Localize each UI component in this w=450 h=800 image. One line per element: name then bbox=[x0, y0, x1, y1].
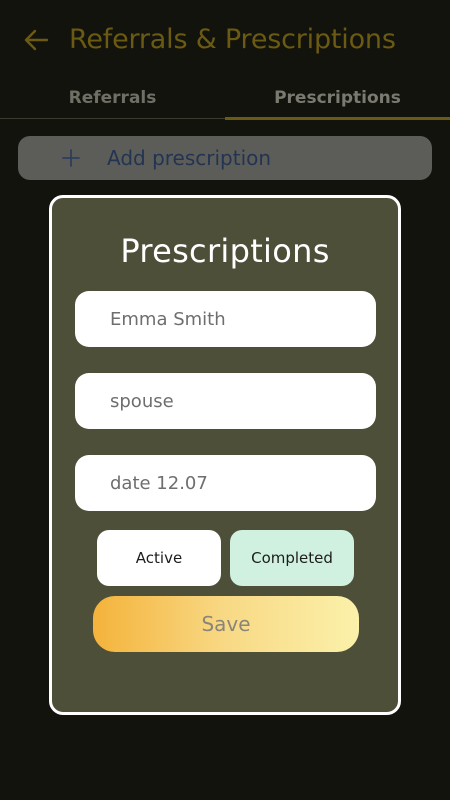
back-button[interactable] bbox=[18, 22, 54, 58]
arrow-left-icon bbox=[24, 29, 49, 51]
status-active-label: Active bbox=[135, 549, 183, 567]
date-field[interactable] bbox=[75, 455, 376, 511]
status-completed-button[interactable]: Completed bbox=[230, 530, 354, 586]
save-button[interactable]: Save bbox=[93, 596, 359, 652]
status-completed-label: Completed bbox=[251, 549, 333, 567]
tab-active-indicator bbox=[225, 117, 450, 120]
tab-referrals-label: Referrals bbox=[68, 88, 157, 108]
plus-icon bbox=[62, 149, 80, 167]
app-bar: Referrals & Prescriptions bbox=[0, 0, 450, 78]
tab-prescriptions[interactable]: Prescriptions bbox=[225, 78, 450, 120]
relation-field[interactable] bbox=[75, 373, 376, 429]
dialog-title: Prescriptions bbox=[120, 232, 330, 270]
screen: Referrals & Prescriptions Referrals Pres… bbox=[0, 0, 450, 800]
tab-referrals[interactable]: Referrals bbox=[0, 78, 225, 118]
name-field[interactable] bbox=[75, 291, 376, 347]
status-active-button[interactable]: Active bbox=[97, 530, 221, 586]
prescription-dialog: Prescriptions Active Completed Save bbox=[49, 195, 401, 715]
add-prescription-label: Add prescription bbox=[107, 146, 272, 170]
tab-prescriptions-label: Prescriptions bbox=[274, 88, 401, 108]
page-title: Referrals & Prescriptions bbox=[69, 24, 396, 55]
save-button-label: Save bbox=[201, 612, 251, 636]
add-prescription-button[interactable]: Add prescription bbox=[18, 136, 432, 180]
tab-bar: Referrals Prescriptions bbox=[0, 78, 450, 120]
